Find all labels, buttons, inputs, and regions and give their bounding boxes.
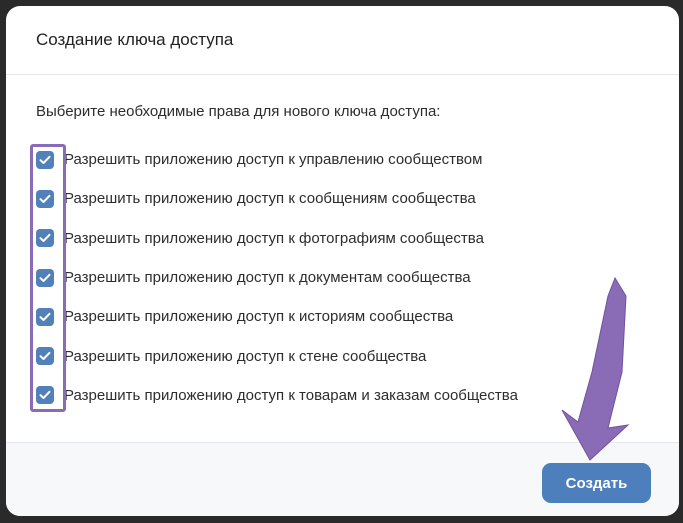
checkbox[interactable]: [36, 268, 54, 287]
permission-manage-community[interactable]: Разрешить приложению доступ к управлению…: [36, 140, 518, 179]
checkbox[interactable]: [36, 347, 54, 366]
checkbox-label: Разрешить приложению доступ к управлению…: [64, 151, 483, 169]
access-key-dialog: Создание ключа доступа Выберите необходи…: [6, 6, 679, 516]
dialog-header: Создание ключа доступа: [6, 6, 679, 75]
checkbox-label: Разрешить приложению доступ к историям с…: [64, 308, 454, 326]
dialog-footer: Создать: [6, 442, 679, 516]
checkbox-label: Разрешить приложению доступ к сообщениям…: [64, 190, 476, 208]
permission-messages[interactable]: Разрешить приложению доступ к сообщениям…: [36, 179, 518, 218]
checkbox-label: Разрешить приложению доступ к документам…: [64, 269, 471, 287]
check-icon: [39, 155, 51, 164]
checkbox-label: Разрешить приложению доступ к фотография…: [64, 229, 484, 247]
permissions-prompt: Выберите необходимые права для нового кл…: [36, 103, 441, 120]
checkbox[interactable]: [36, 189, 54, 208]
check-icon: [39, 194, 51, 203]
screen: Создание ключа доступа Выберите необходи…: [0, 0, 683, 523]
permission-market[interactable]: Разрешить приложению доступ к товарам и …: [36, 376, 518, 415]
check-icon: [39, 391, 51, 400]
checkbox[interactable]: [36, 229, 54, 248]
check-icon: [39, 351, 51, 361]
permission-documents[interactable]: Разрешить приложению доступ к документам…: [36, 258, 518, 297]
checkbox-label: Разрешить приложению доступ к товарам и …: [64, 386, 518, 404]
dialog-title: Создание ключа доступа: [36, 30, 234, 49]
permission-wall[interactable]: Разрешить приложению доступ к стене сооб…: [36, 336, 518, 375]
checkbox[interactable]: [36, 307, 54, 326]
check-icon: [39, 234, 51, 243]
checkbox-label: Разрешить приложению доступ к стене сооб…: [64, 347, 427, 365]
check-icon: [39, 273, 51, 282]
permission-photos[interactable]: Разрешить приложению доступ к фотография…: [36, 219, 518, 258]
create-button[interactable]: Создать: [542, 463, 651, 503]
checkbox[interactable]: [36, 386, 54, 405]
permission-stories[interactable]: Разрешить приложению доступ к историям с…: [36, 297, 518, 336]
check-icon: [39, 312, 51, 321]
permissions-list: Разрешить приложению доступ к управлению…: [36, 140, 518, 415]
checkbox[interactable]: [36, 150, 54, 169]
